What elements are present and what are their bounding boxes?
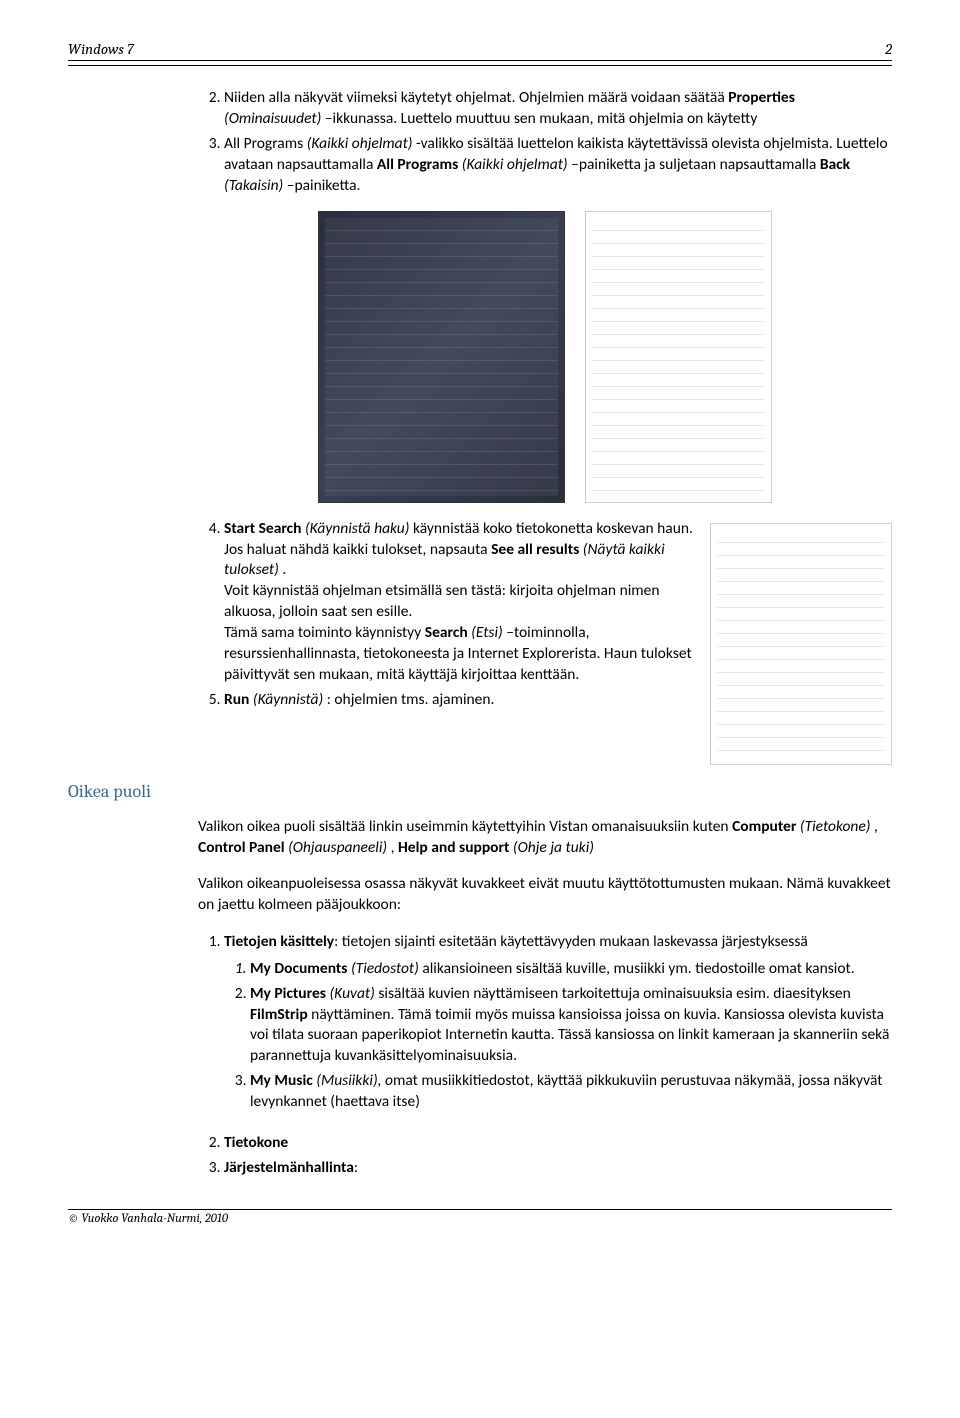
text-italic: (Kuvat) (326, 984, 375, 1003)
text-italic: (Musiikki), o (313, 1071, 393, 1090)
text-bold: Tietokone (224, 1133, 288, 1152)
page-header: Windows 7 2 (68, 40, 892, 61)
text-italic: (Takaisin) (224, 176, 283, 195)
text-italic: (Käynnistä) (253, 690, 323, 709)
text-bold: Computer (732, 817, 796, 836)
main-ordered-list: Tietojen käsittely: tietojen sijainti es… (198, 932, 892, 1113)
text-bold: Start Search (224, 519, 301, 538)
list-item: My Pictures (Kuvat) sisältää kuvien näyt… (250, 984, 892, 1068)
paragraph: Valikon oikea puoli sisältää linkin usei… (198, 817, 892, 859)
text: , (874, 817, 878, 836)
text-bold: Properties (728, 88, 795, 107)
text: Tämä sama toiminto käynnistyy (224, 623, 425, 642)
text-bold: All Programs (377, 155, 458, 174)
text-italic: (Ominaisuudet) (224, 109, 321, 128)
list-item: My Documents (Tiedostot) alikansioineen … (250, 959, 892, 980)
text: näyttäminen. Tämä toimii myös muissa kan… (250, 1005, 889, 1066)
text-italic: (Kaikki ohjelmat) (307, 134, 413, 153)
text-italic: (Ohjauspaneeli) (288, 838, 387, 857)
start-menu-screenshot (318, 211, 565, 503)
text: Valikon oikea puoli sisältää linkin usei… (198, 817, 732, 836)
text: Niiden alla näkyvät viimeksi käytetyt oh… (224, 88, 728, 107)
numbered-list-top: Niiden alla näkyvät viimeksi käytetyt oh… (198, 88, 892, 197)
search-results-screenshot (710, 523, 892, 765)
text-bold: Back (820, 155, 850, 174)
text: alikansioineen sisältää kuville, musiikk… (419, 959, 855, 978)
oikea-content: Valikon oikea puoli sisältää linkin usei… (198, 817, 892, 1179)
all-programs-screenshot (585, 211, 772, 503)
list-item: Tietojen käsittely: tietojen sijainti es… (224, 932, 892, 1113)
text-bold: My Documents (250, 959, 347, 978)
text: sisältää kuvien näyttämiseen tarkoitettu… (375, 984, 851, 1003)
header-page-number: 2 (885, 40, 892, 58)
text: –painiketta ja suljetaan napsauttamalla (571, 155, 820, 174)
text: : ohjelmien tms. ajaminen. (327, 690, 495, 709)
screenshot-row (198, 211, 892, 503)
text: : (354, 1158, 358, 1177)
text-bold: My Pictures (250, 984, 326, 1003)
text-bold: Run (224, 690, 249, 709)
text-italic: (Kaikki ohjelmat) (462, 155, 568, 174)
text-italic: (Ohje ja tuki) (513, 838, 594, 857)
list-item: Niiden alla näkyvät viimeksi käytetyt oh… (224, 88, 892, 130)
text: Voit käynnistää ohjelman etsimällä sen t… (224, 581, 660, 621)
list-item: Tietokone (224, 1133, 892, 1154)
text: All Programs (224, 134, 307, 153)
main-ordered-list-cont: Tietokone Järjestelmänhallinta: (198, 1133, 892, 1179)
list-item: My Music (Musiikki), omat musiikkitiedos… (250, 1071, 892, 1113)
text: –ikkunassa. Luettelo muuttuu sen mukaan,… (325, 109, 758, 128)
oikea-puoli-heading: Oikea puoli (68, 781, 892, 802)
text-italic: (Käynnistä haku) (305, 519, 409, 538)
text-bold: My Music (250, 1071, 313, 1090)
text: , (391, 838, 398, 857)
list-item: Järjestelmänhallinta: (224, 1158, 892, 1179)
text-italic: (Etsi) (471, 623, 503, 642)
text-bold: Search (425, 623, 468, 642)
list-item: All Programs (Kaikki ohjelmat) -valikko … (224, 134, 892, 197)
text: –painiketta. (287, 176, 361, 195)
text-bold: See all results (491, 540, 579, 559)
text-bold: FilmStrip (250, 1005, 308, 1024)
header-title: Windows 7 (68, 40, 134, 58)
text-italic: (Tiedostot) (347, 959, 418, 978)
footer-copyright: © Vuokko Vanhala-Nurmi, 2010 (68, 1210, 892, 1226)
text-italic: (Tietokone) (800, 817, 871, 836)
text-bold: Tietojen käsittely (224, 932, 334, 951)
text: . (282, 560, 286, 579)
header-rule (68, 65, 892, 66)
main-content: Niiden alla näkyvät viimeksi käytetyt oh… (198, 88, 892, 765)
text-bold: Control Panel (198, 838, 285, 857)
text: : tietojen sijainti esitetään käytettävy… (334, 932, 808, 951)
text-bold: Järjestelmänhallinta (224, 1158, 354, 1177)
text-bold: Help and support (398, 838, 509, 857)
nested-list: My Documents (Tiedostot) alikansioineen … (224, 959, 892, 1113)
paragraph: Valikon oikeanpuoleisessa osassa näkyvät… (198, 874, 892, 916)
